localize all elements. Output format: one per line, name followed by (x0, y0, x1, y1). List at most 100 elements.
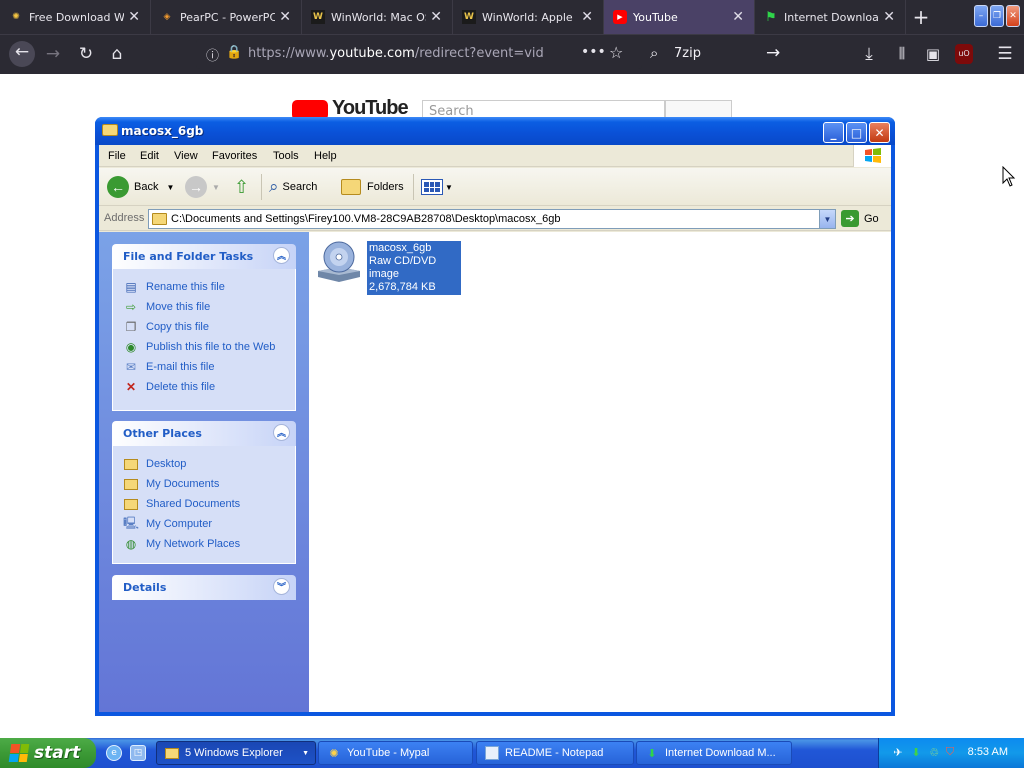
search-go-arrow-icon[interactable]: → (766, 43, 780, 63)
internet-explorer-icon[interactable]: e (106, 745, 122, 761)
downloads-icon[interactable]: ⤓ (858, 43, 880, 65)
security-tray-icon[interactable]: ♲ (927, 745, 941, 759)
other-places-header[interactable]: Other Places ︽ (112, 421, 296, 446)
menu-icon[interactable]: ☰ (994, 43, 1016, 65)
menu-edit[interactable]: Edit (140, 150, 159, 162)
network-tray-icon[interactable]: ⬇ (909, 745, 923, 759)
close-tab-icon[interactable]: ✕ (732, 9, 744, 25)
system-tray: ✈ ⬇ ♲ ⛉ 8:53 AM (878, 738, 1024, 768)
shield-icon[interactable]: ⛉ (943, 745, 957, 759)
place-desktop[interactable]: Desktop (123, 456, 186, 472)
sidebar-icon[interactable]: ▣ (922, 43, 944, 65)
address-dropdown-icon[interactable]: ▼ (819, 210, 835, 228)
page-actions-icon[interactable]: ••• (581, 44, 606, 60)
ublock-origin-icon[interactable]: uO (955, 44, 973, 64)
tab-youtube[interactable]: ▶ YouTube ✕ (604, 0, 755, 34)
tab-winworld-apple[interactable]: W WinWorld: Apple N ✕ (453, 0, 604, 34)
show-desktop-icon[interactable]: ◳ (130, 745, 146, 761)
home-icon[interactable]: ⌂ (106, 43, 128, 65)
search-button[interactable]: ⌕ Search (269, 175, 317, 199)
lock-icon[interactable]: 🔒 (226, 45, 242, 60)
info-icon[interactable]: ⓘ (206, 45, 219, 64)
taskbar-item-label: Internet Download M... (665, 747, 776, 759)
back-arrow-icon[interactable]: ← (9, 41, 35, 67)
place-my-network-places[interactable]: ◍ My Network Places (123, 536, 240, 552)
file-folder-tasks-header[interactable]: File and Folder Tasks ︽ (112, 244, 296, 269)
url-bar[interactable]: ⓘ 🔒 https://www.youtube.com/redirect?eve… (196, 39, 642, 69)
tab-free-download[interactable]: ✺ Free Download We ✕ (0, 0, 151, 34)
folders-button[interactable]: Folders (341, 175, 404, 199)
menu-help[interactable]: Help (314, 150, 337, 162)
address-label: Address (104, 212, 145, 224)
mouse-cursor-icon (1002, 166, 1016, 187)
menu-file[interactable]: File (108, 150, 126, 162)
taskbar-item-internet-download-manager[interactable]: ⬇ Internet Download M... (636, 741, 792, 765)
close-tab-icon[interactable]: ✕ (883, 9, 895, 25)
back-button[interactable]: ← Back ▼ (107, 175, 174, 199)
back-dropdown-icon[interactable]: ▼ (166, 183, 174, 192)
collapse-chevron-icon[interactable]: ︽ (273, 247, 290, 264)
task-copy[interactable]: ❐ Copy this file (123, 319, 209, 335)
clock[interactable]: 8:53 AM (968, 746, 1008, 758)
tab-winworld-macos[interactable]: W WinWorld: Mac OS ✕ (302, 0, 453, 34)
youtube-icon: ▶ (613, 10, 627, 24)
explorer-title-bar[interactable]: macosx_6gb _ □ ✕ (95, 117, 895, 145)
tab-internet-download[interactable]: ⚑ Internet Download ✕ (755, 0, 906, 34)
menu-tools[interactable]: Tools (273, 150, 299, 162)
start-button[interactable]: start (0, 738, 96, 768)
taskbar-item-windows-explorer[interactable]: 5 Windows Explorer ▼ (156, 741, 316, 765)
place-my-computer[interactable]: 🖳 My Computer (123, 516, 212, 532)
place-my-documents[interactable]: My Documents (123, 476, 219, 492)
taskbar-item-label: README - Notepad (505, 747, 604, 759)
tab-pearpc[interactable]: ◈ PearPC - PowerPC ✕ (151, 0, 302, 34)
close-tab-icon[interactable]: ✕ (279, 9, 291, 25)
restore-button[interactable]: ❐ (990, 5, 1004, 27)
expand-chevron-icon[interactable]: ︾ (273, 578, 290, 595)
library-icon[interactable]: ⫼ (891, 43, 913, 65)
taskbar-item-notepad[interactable]: README - Notepad (476, 741, 634, 765)
forward-button[interactable]: → ▼ (185, 175, 220, 199)
task-label: Move this file (146, 301, 211, 313)
reload-icon[interactable]: ↻ (75, 43, 97, 65)
new-tab-button[interactable]: + (906, 0, 936, 34)
back-label: Back (134, 181, 159, 193)
menu-bar: File Edit View Favorites Tools Help (99, 145, 891, 167)
file-name: macosx_6gb (369, 242, 432, 254)
task-rename[interactable]: ▤ Rename this file (123, 279, 225, 295)
search-label: Search (282, 181, 318, 193)
menu-view[interactable]: View (174, 150, 198, 162)
address-input[interactable]: C:\Documents and Settings\Firey100.VM8-2… (148, 209, 836, 229)
task-delete[interactable]: ✕ Delete this file (123, 379, 215, 395)
browser-tab-bar: ✺ Free Download We ✕ ◈ PearPC - PowerPC … (0, 0, 1024, 34)
go-button[interactable]: ➔ Go (841, 210, 879, 227)
safely-remove-hardware-icon[interactable]: ✈ (891, 745, 905, 759)
views-button[interactable]: ▼ (421, 175, 453, 199)
task-publish[interactable]: ◉ Publish this file to the Web (123, 339, 276, 355)
bookmark-star-icon[interactable]: ☆ (609, 43, 623, 62)
close-button[interactable]: ✕ (869, 122, 890, 143)
folder-icon (123, 496, 139, 512)
taskbar-item-label: YouTube - Mypal (347, 747, 430, 759)
close-tab-icon[interactable]: ✕ (581, 9, 593, 25)
minimize-button[interactable]: _ (823, 122, 844, 143)
collapse-chevron-icon[interactable]: ︽ (273, 424, 290, 441)
task-move[interactable]: ⇨ Move this file (123, 299, 210, 315)
close-tab-icon[interactable]: ✕ (128, 9, 140, 25)
task-email[interactable]: ✉ E-mail this file (123, 359, 215, 375)
search-bar[interactable]: ⌕ 7zip → (642, 39, 792, 69)
taskbar-item-youtube-mypal[interactable]: ✺ YouTube - Mypal (318, 741, 473, 765)
close-button[interactable]: ✕ (1006, 5, 1020, 27)
maximize-button[interactable]: □ (846, 122, 867, 143)
file-list-area[interactable]: macosx_6gb Raw CD/DVD image 2,678,784 KB (309, 232, 891, 712)
details-header[interactable]: Details ︾ (112, 575, 296, 600)
up-folder-button[interactable]: ⇧ (234, 175, 249, 199)
minimize-button[interactable]: – (974, 5, 988, 27)
folders-label: Folders (367, 181, 404, 193)
url-path: /redirect?event=video_de (414, 46, 544, 61)
views-dropdown-icon: ▼ (445, 182, 453, 192)
file-item[interactable]: macosx_6gb Raw CD/DVD image 2,678,784 KB (315, 237, 461, 295)
close-tab-icon[interactable]: ✕ (430, 9, 442, 25)
menu-favorites[interactable]: Favorites (212, 150, 257, 162)
forward-arrow-icon[interactable]: → (42, 43, 64, 65)
place-shared-documents[interactable]: Shared Documents (123, 496, 240, 512)
